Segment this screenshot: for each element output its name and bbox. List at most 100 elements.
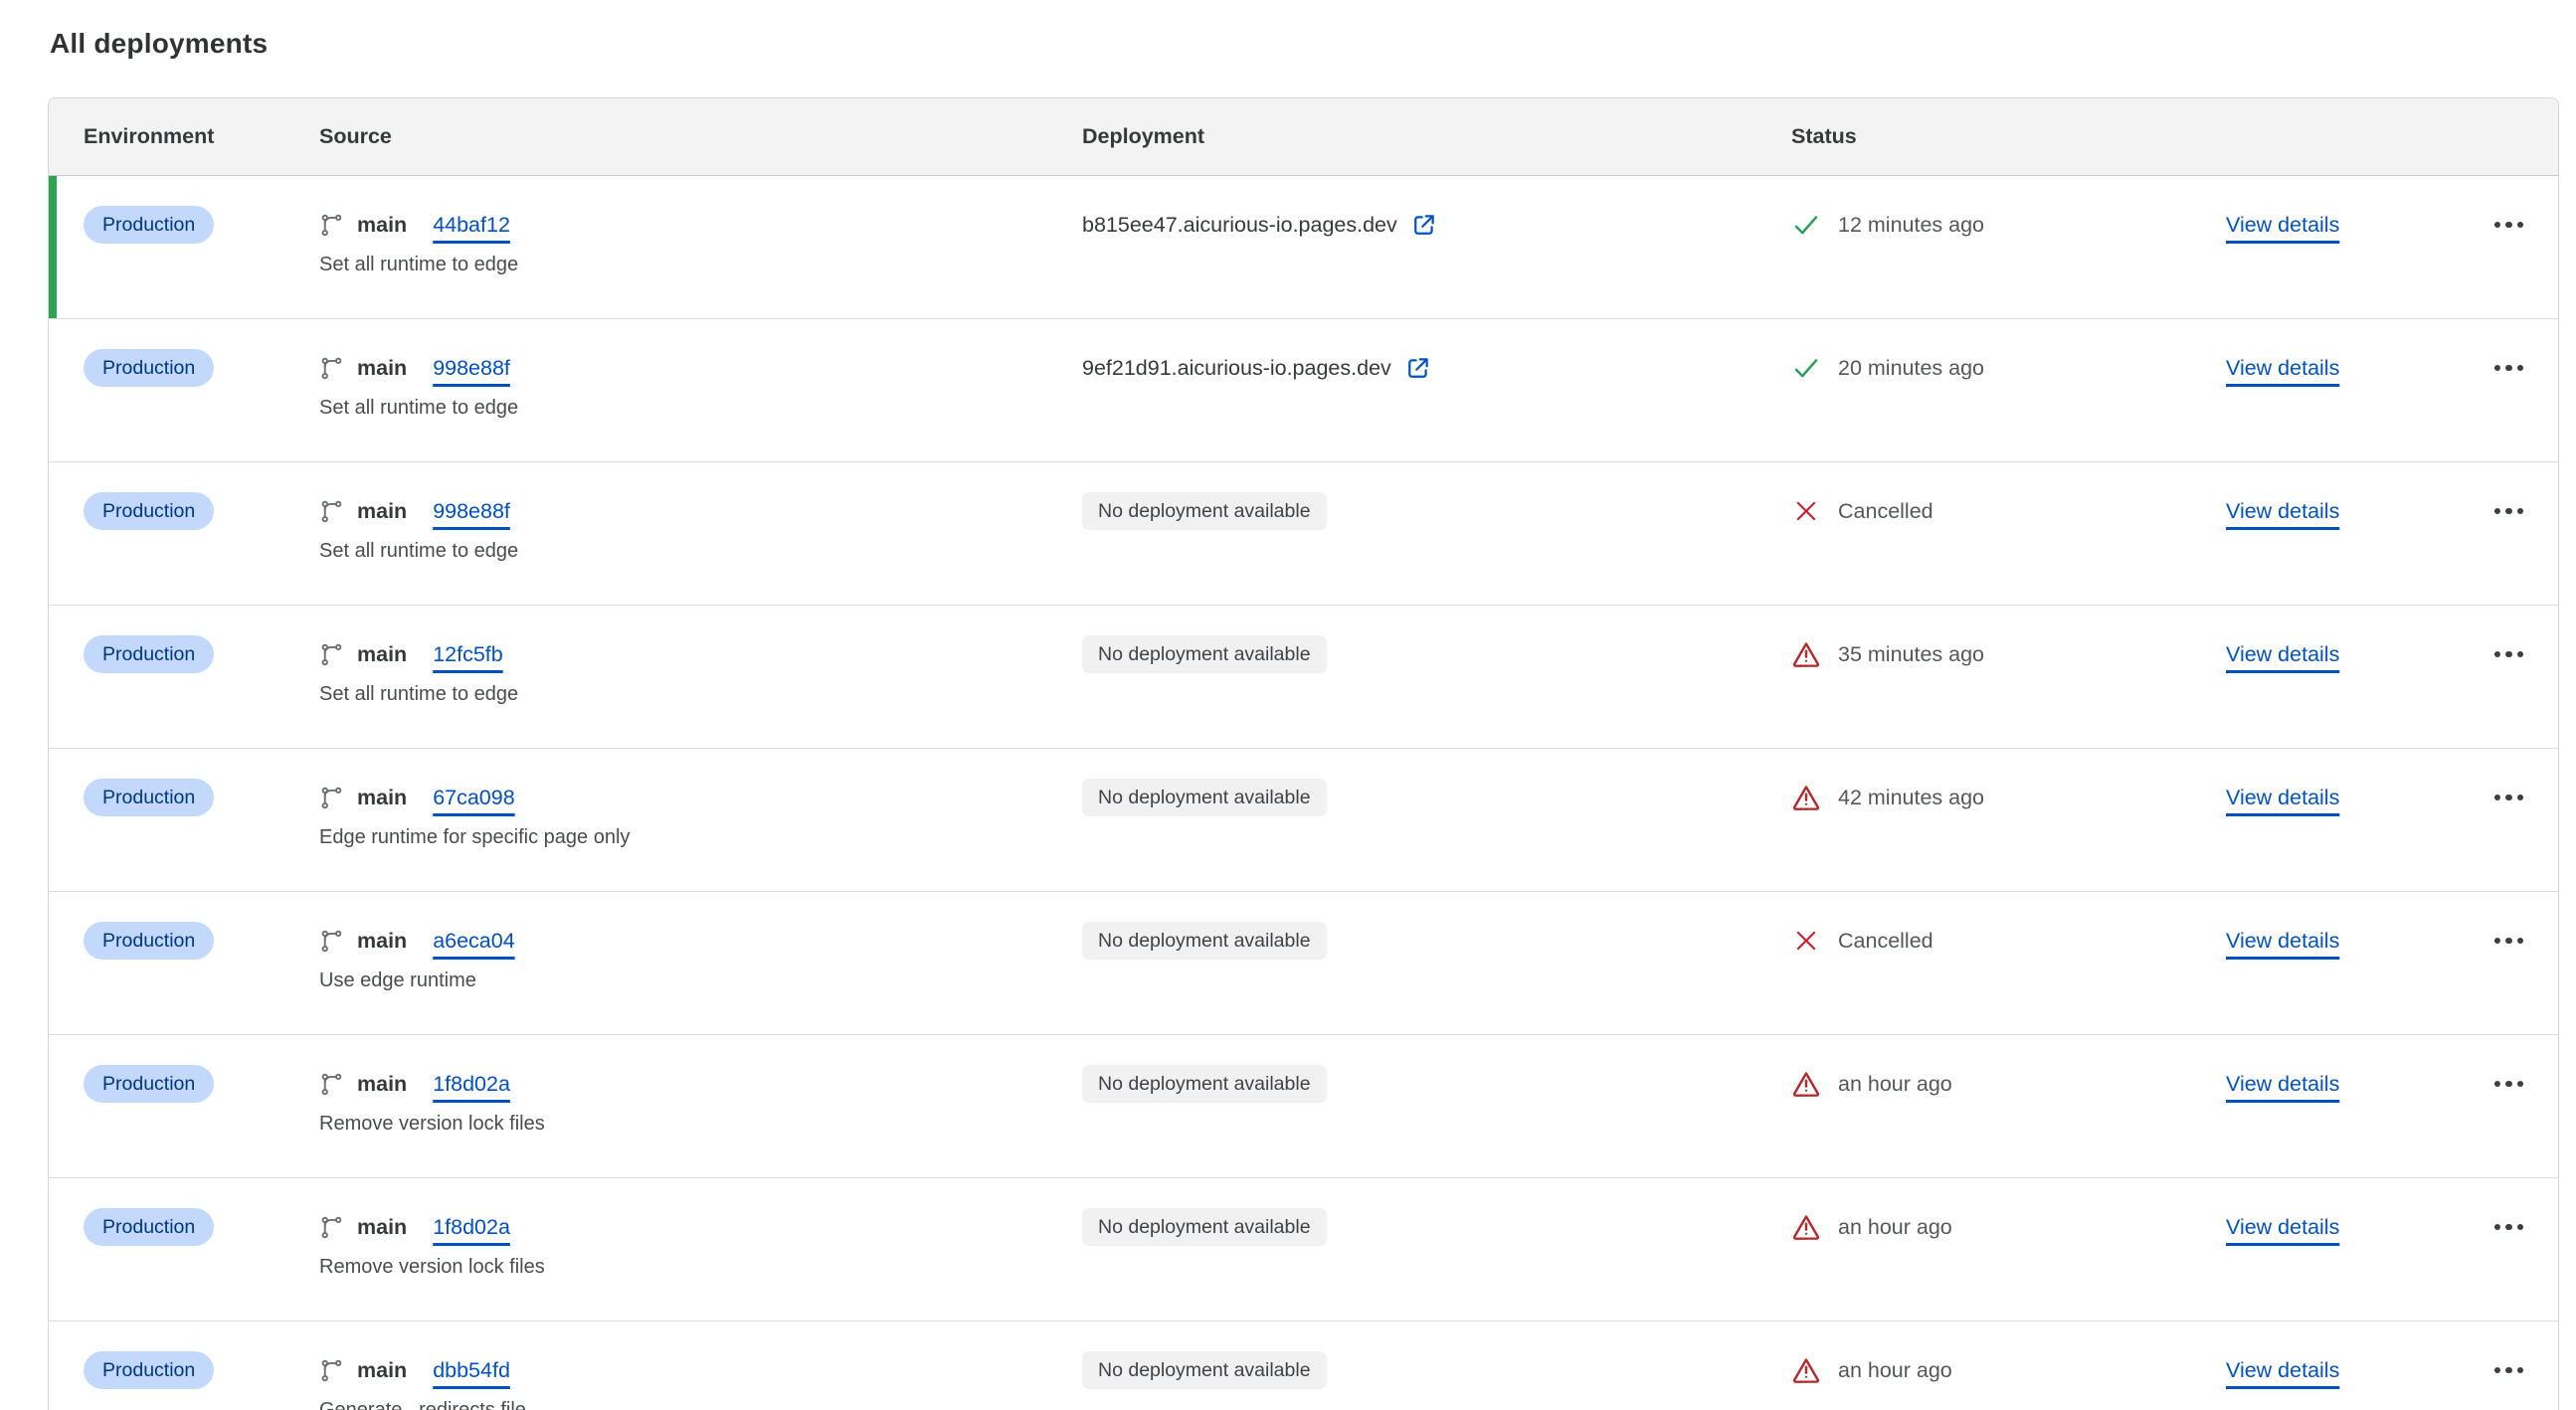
status-icon [1791,1069,1821,1099]
status-text: an hour ago [1838,1358,1952,1383]
environment-badge: Production [84,349,214,387]
warning-icon [1791,639,1821,669]
source-cell: main 998e88f Set all runtime to edge [319,492,1082,605]
ellipsis-icon[interactable] [2492,357,2526,380]
deployment-cell: No deployment available [1082,1208,1791,1321]
no-deployment-badge: No deployment available [1082,1065,1327,1103]
deployment-cell: No deployment available [1082,635,1791,748]
commit-link[interactable]: 12fc5fb [433,642,503,667]
table-row: Production main dbb54fd Generate _redire… [49,1322,2558,1410]
actions-cell: View details [2226,206,2558,244]
commit-message: Set all runtime to edge [319,683,1082,706]
source-cell: main 1f8d02a Remove version lock files [319,1065,1082,1177]
environment-cell: Production [84,206,319,318]
commit-link[interactable]: 44baf12 [433,213,510,238]
status-text: Cancelled [1838,929,1933,954]
actions-cell: View details [2226,1351,2558,1389]
actions-cell: View details [2226,492,2558,530]
ellipsis-icon[interactable] [2492,500,2526,523]
view-details-link[interactable]: View details [2226,1072,2339,1097]
git-branch-icon [319,786,344,810]
commit-link[interactable]: 67ca098 [433,786,515,810]
ellipsis-icon[interactable] [2492,1359,2526,1382]
environment-badge: Production [84,635,214,673]
commit-message: Set all runtime to edge [319,254,1082,276]
table-row: Production main 12fc5fb Set all runtime … [49,606,2558,749]
ellipsis-icon[interactable] [2492,1073,2526,1096]
table-row: Production main 998e88f Set all runtime … [49,462,2558,606]
actions-cell: View details [2226,349,2558,387]
view-details-link[interactable]: View details [2226,786,2339,810]
git-branch-icon [319,356,344,381]
ellipsis-icon[interactable] [2492,643,2526,666]
commit-link[interactable]: 1f8d02a [433,1215,510,1240]
branch-name: main [357,1358,407,1383]
table-row: Production main 67ca098 Edge runtime for [49,749,2558,892]
source-cell: main dbb54fd Generate _redirects file [319,1351,1082,1410]
deployment-cell: No deployment available [1082,1351,1791,1410]
status-icon [1791,639,1821,669]
commit-message: Remove version lock files [319,1113,1082,1136]
source-cell: main 998e88f Set all runtime to edge [319,349,1082,461]
view-details-link[interactable]: View details [2226,356,2339,381]
source-cell: main 44baf12 Set all runtime to edge [319,206,1082,318]
environment-badge: Production [84,922,214,960]
branch-name: main [357,1215,407,1240]
status-text: 12 minutes ago [1838,213,1984,238]
external-link-icon[interactable] [1404,354,1432,382]
branch-name: main [357,929,407,954]
deployment-cell: 9ef21d91.aicurious-io.pages.dev No deplo… [1082,349,1791,461]
actions-cell: View details [2226,1208,2558,1246]
view-details-link[interactable]: View details [2226,1215,2339,1240]
page-title: All deployments [50,28,2576,60]
commit-link[interactable]: 998e88f [433,499,510,524]
no-deployment-badge: No deployment available [1082,779,1327,816]
commit-message: Set all runtime to edge [319,397,1082,420]
status-icon [1791,1212,1821,1242]
table-row: Production main 998e88f Set all runtime … [49,319,2558,462]
branch-name: main [357,1072,407,1097]
x-icon [1792,497,1820,525]
deployment-cell: No deployment available [1082,1065,1791,1177]
branch-name: main [357,356,407,381]
ellipsis-icon[interactable] [2492,1216,2526,1239]
view-details-link[interactable]: View details [2226,1358,2339,1383]
ellipsis-icon[interactable] [2492,214,2526,237]
view-details-link[interactable]: View details [2226,642,2339,667]
deployment-cell: No deployment available [1082,492,1791,605]
commit-link[interactable]: 1f8d02a [433,1072,510,1097]
status-cell: 42 minutes ago [1791,779,2226,891]
deployment-url: b815ee47.aicurious-io.pages.dev [1082,213,1397,238]
status-icon [1791,210,1821,240]
view-details-link[interactable]: View details [2226,499,2339,524]
actions-cell: View details [2226,922,2558,960]
ellipsis-icon[interactable] [2492,930,2526,953]
view-details-link[interactable]: View details [2226,213,2339,238]
commit-message: Use edge runtime [319,969,1082,992]
environment-cell: Production [84,492,319,605]
commit-link[interactable]: a6eca04 [433,929,515,954]
commit-message: Edge runtime for specific page only [319,826,1082,849]
column-header-environment: Environment [84,124,319,149]
actions-cell: View details [2226,1065,2558,1103]
no-deployment-badge: No deployment available [1082,1208,1327,1246]
status-cell: an hour ago [1791,1208,2226,1321]
table-row: Production main 1f8d02a Remove version l… [49,1035,2558,1178]
status-cell: 35 minutes ago [1791,635,2226,748]
external-link-icon[interactable] [1410,211,1438,239]
environment-badge: Production [84,779,214,816]
environment-cell: Production [84,922,319,1034]
git-branch-icon [319,1358,344,1383]
commit-link[interactable]: 998e88f [433,356,510,381]
no-deployment-badge: No deployment available [1082,635,1327,673]
status-icon [1791,497,1821,525]
view-details-link[interactable]: View details [2226,929,2339,954]
commit-message: Remove version lock files [319,1256,1082,1279]
table-body: Production main 44baf12 Set all runtime … [49,176,2558,1410]
ellipsis-icon[interactable] [2492,787,2526,809]
column-header-source: Source [319,124,1082,149]
no-deployment-badge: No deployment available [1082,1351,1327,1389]
status-cell: an hour ago [1791,1065,2226,1177]
commit-link[interactable]: dbb54fd [433,1358,510,1383]
commit-message: Generate _redirects file [319,1399,1082,1410]
